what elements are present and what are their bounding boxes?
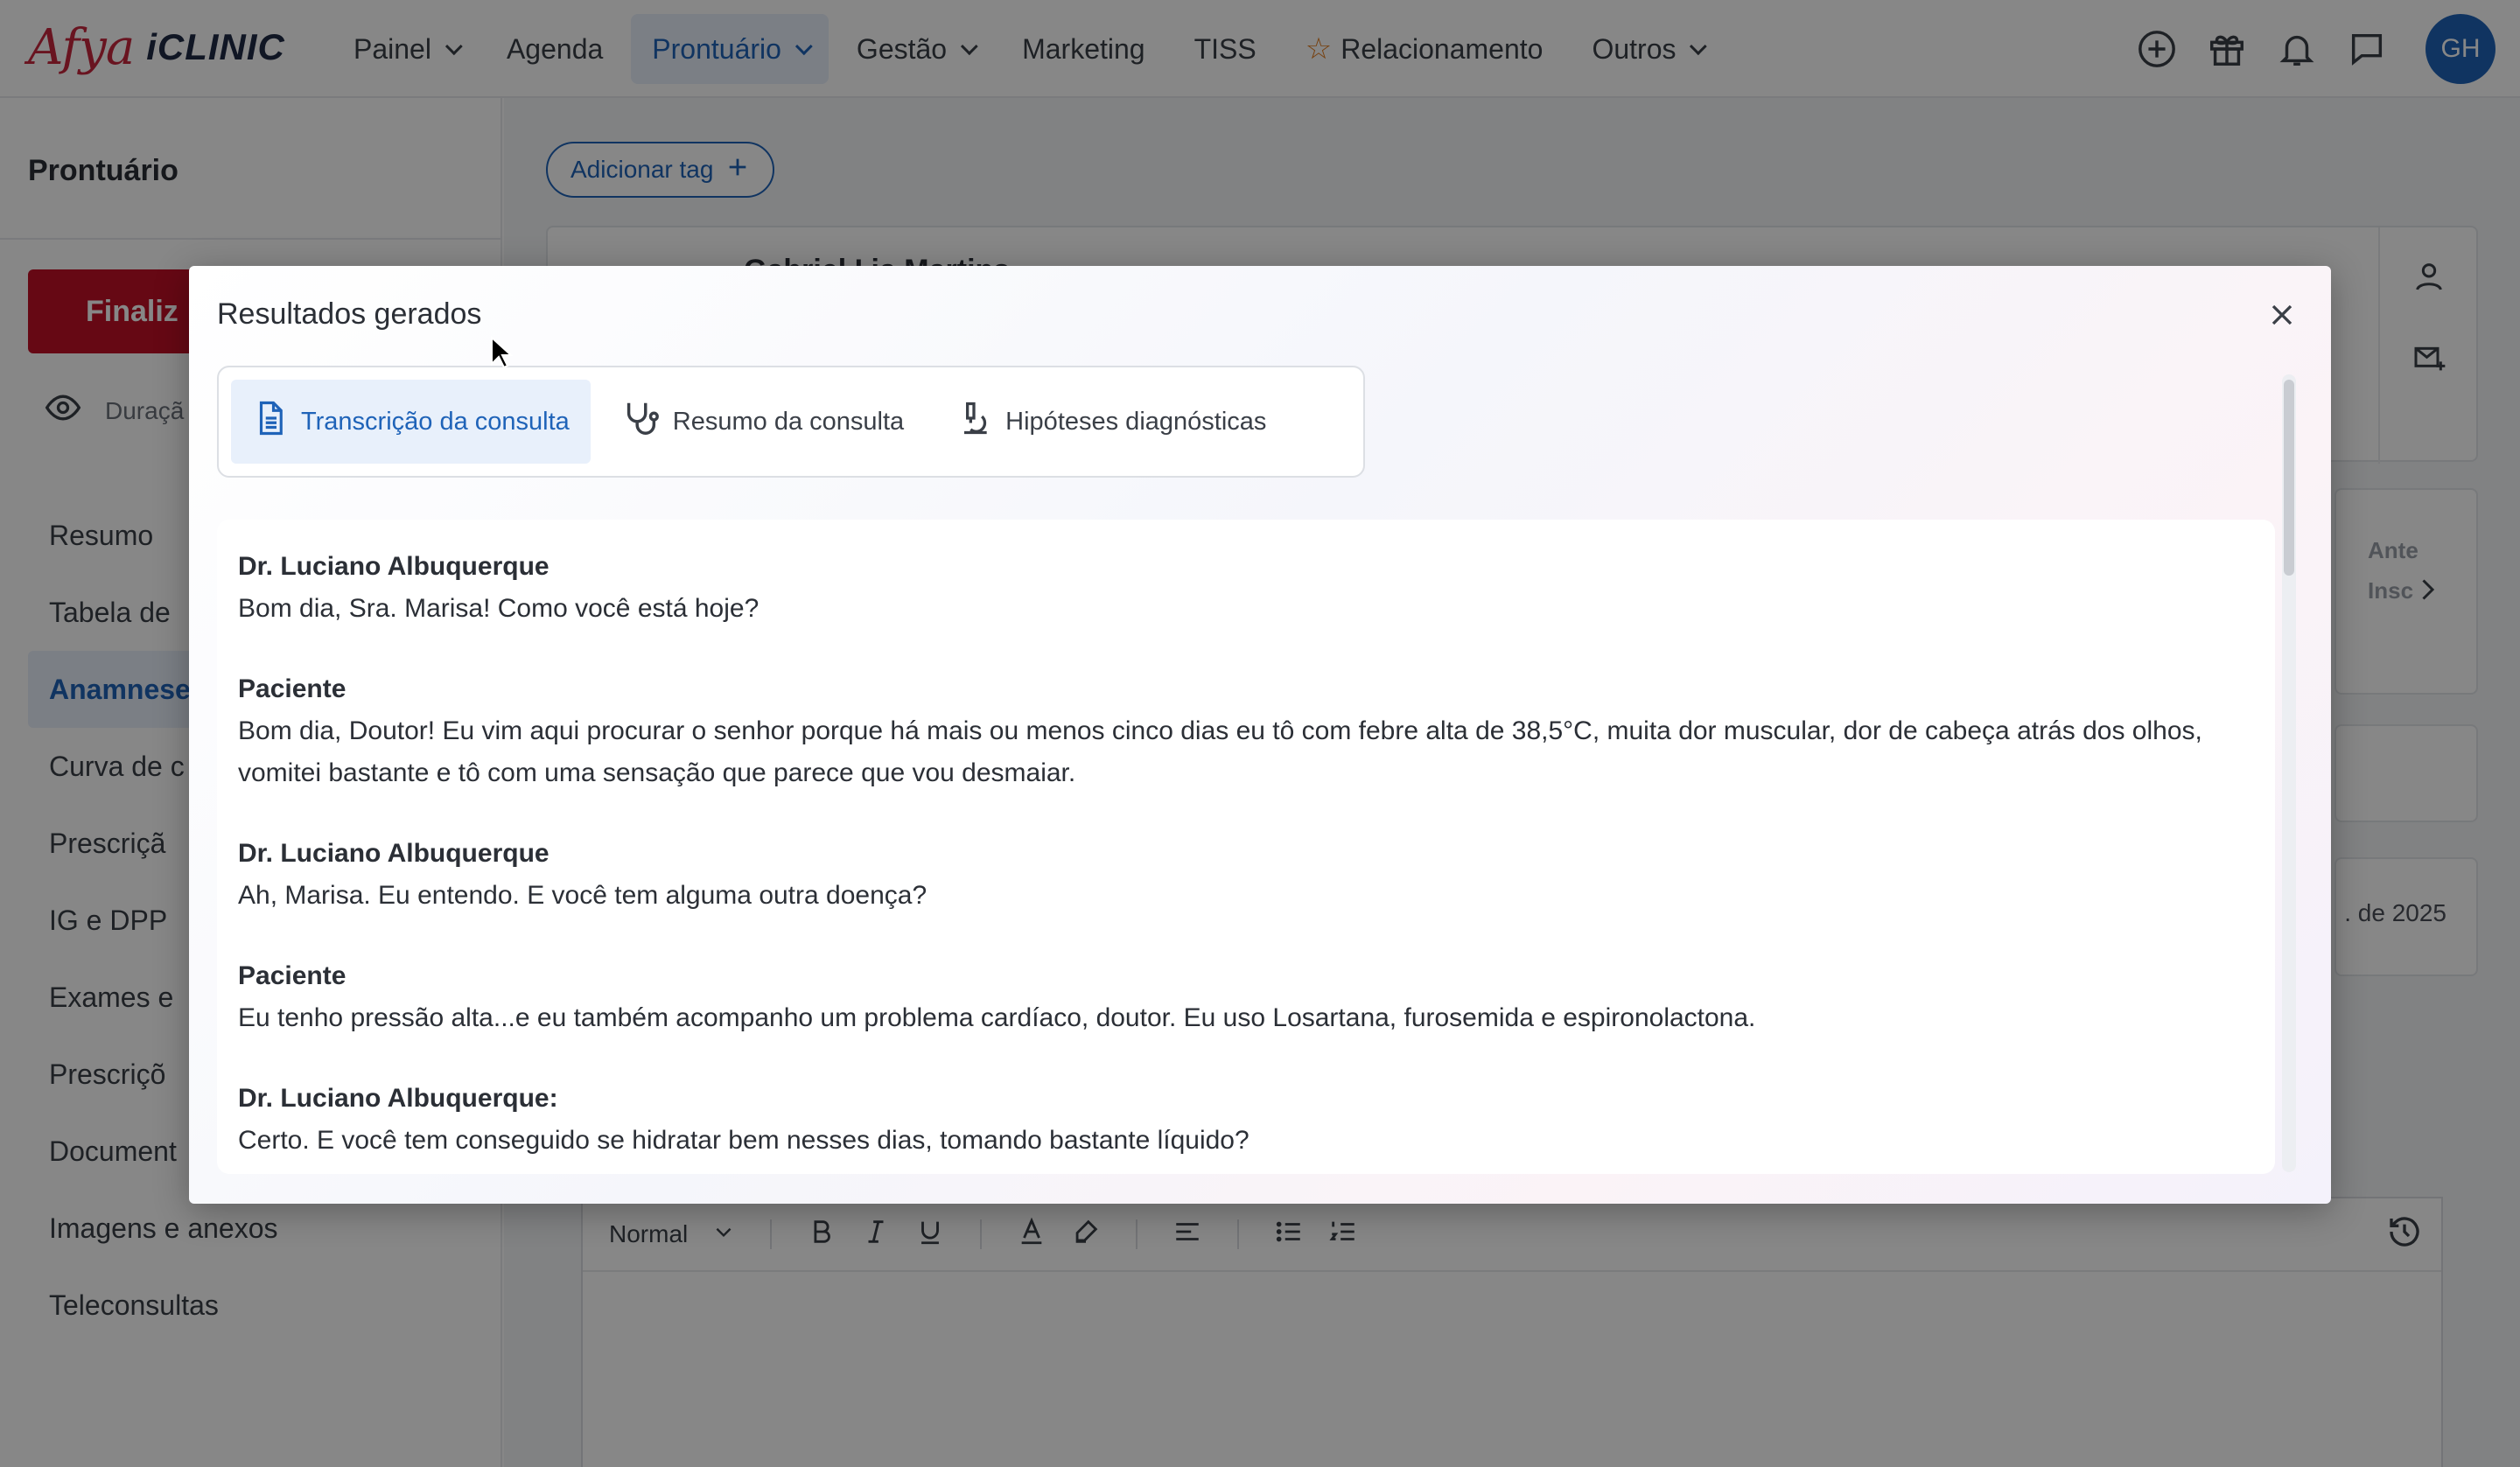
tab-label: Hipóteses diagnósticas [1005,407,1267,436]
microscope-icon [955,399,993,444]
stethoscope-icon [620,398,661,445]
message-text: Certo. E você tem conseguido se hidratar… [238,1126,1250,1155]
tab-label: Transcrição da consulta [301,407,570,436]
transcript-panel[interactable]: Dr. Luciano Albuquerque Bom dia, Sra. Ma… [217,520,2275,1174]
message-text: Bom dia, Sra. Marisa! Como você está hoj… [238,594,760,623]
speaker-name: Dr. Luciano Albuquerque: [238,1084,558,1113]
tab-resumo[interactable]: Resumo da consulta [599,380,925,464]
message-text: Ah, Marisa. Eu entendo. E você tem algum… [238,881,928,910]
generated-results-modal: Resultados gerados Transcrição da consul… [189,266,2331,1204]
tab-label: Resumo da consulta [672,407,905,436]
tab-hipoteses[interactable]: Hipóteses diagnósticas [934,380,1287,464]
scrollbar[interactable] [2282,374,2296,1172]
transcript-message: Dr. Luciano Albuquerque Bom dia, Sra. Ma… [238,546,2254,630]
document-icon [252,400,289,444]
speaker-name: Paciente [238,961,346,990]
transcript-message: Paciente Bom dia, Doutor! Eu vim aqui pr… [238,668,2254,794]
scrollbar-thumb[interactable] [2284,380,2294,576]
transcript-message: Paciente Eu tenho pressão alta...e eu ta… [238,955,2254,1039]
speaker-name: Dr. Luciano Albuquerque [238,839,550,868]
close-icon[interactable] [2264,297,2300,332]
message-text: Eu tenho pressão alta...e eu também acom… [238,1003,1756,1032]
transcript-message: Dr. Luciano Albuquerque: Certo. E você t… [238,1078,2254,1162]
mouse-cursor-icon [490,335,514,374]
modal-title: Resultados gerados [217,297,482,331]
speaker-name: Paciente [238,674,346,703]
tab-transcricao[interactable]: Transcrição da consulta [231,380,591,464]
transcript-message: Dr. Luciano Albuquerque Ah, Marisa. Eu e… [238,833,2254,917]
message-text: Bom dia, Doutor! Eu vim aqui procurar o … [238,716,2202,787]
speaker-name: Dr. Luciano Albuquerque [238,552,550,581]
results-tabs: Transcrição da consulta Resumo da consul… [217,366,1365,478]
